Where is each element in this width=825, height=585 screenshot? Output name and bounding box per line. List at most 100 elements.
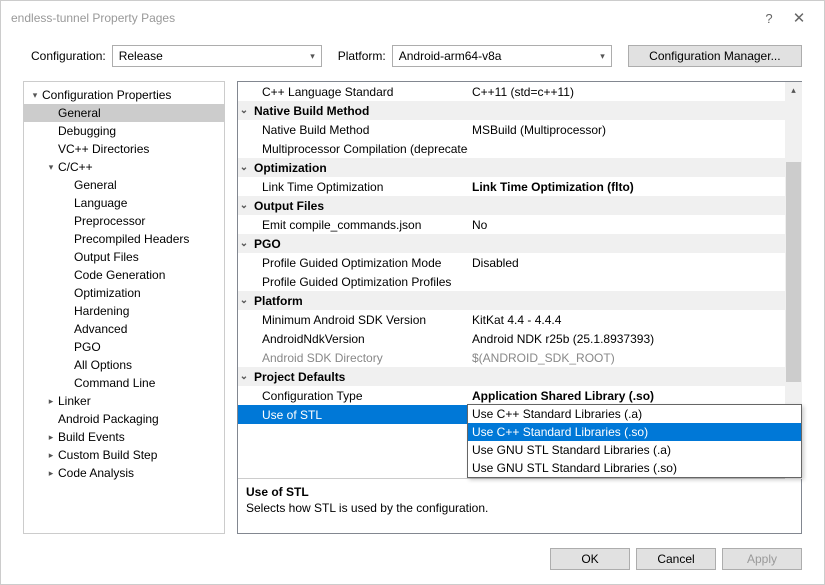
property-row[interactable]: Emit compile_commands.jsonNo xyxy=(238,215,802,234)
platform-value: Android-arm64-v8a xyxy=(399,49,502,63)
platform-select[interactable]: Android-arm64-v8a ▾ xyxy=(392,45,612,67)
footer: OK Cancel Apply xyxy=(1,538,824,584)
property-name: Profile Guided Optimization Profiles xyxy=(250,275,468,289)
dropdown-option[interactable]: Use GNU STL Standard Libraries (.so) xyxy=(468,459,801,477)
property-group[interactable]: ⌄Project Defaults xyxy=(238,367,802,386)
collapse-icon[interactable]: ⌄ xyxy=(238,200,250,211)
collapse-icon[interactable]: ⌄ xyxy=(238,105,250,116)
property-row[interactable]: Minimum Android SDK VersionKitKat 4.4 - … xyxy=(238,310,802,329)
tree-item[interactable]: Code Generation xyxy=(24,266,224,284)
property-name: Multiprocessor Compilation (deprecated) xyxy=(250,142,468,156)
tree-item-label: Code Generation xyxy=(72,268,165,282)
description-text: Selects how STL is used by the configura… xyxy=(246,501,793,515)
tree-item[interactable]: Optimization xyxy=(24,284,224,302)
group-name: Output Files xyxy=(250,199,468,213)
tree-item[interactable]: All Options xyxy=(24,356,224,374)
tree-item-label: PGO xyxy=(72,340,101,354)
tree-item[interactable]: General xyxy=(24,176,224,194)
tree-item-label: VC++ Directories xyxy=(56,142,149,156)
collapse-icon[interactable]: ⌄ xyxy=(238,371,250,382)
tree-twisty-icon[interactable]: ▾ xyxy=(30,90,40,101)
tree-twisty-icon[interactable]: ▸ xyxy=(46,396,56,407)
property-row[interactable]: Multiprocessor Compilation (deprecated) xyxy=(238,139,802,158)
tree-item[interactable]: ▸Build Events xyxy=(24,428,224,446)
tree-item[interactable]: ▸Code Analysis xyxy=(24,464,224,482)
property-row[interactable]: Link Time OptimizationLink Time Optimiza… xyxy=(238,177,802,196)
property-panel: C++ Language StandardC++11 (std=c++11)⌄N… xyxy=(237,81,802,534)
tree-item[interactable]: ▾Configuration Properties xyxy=(24,86,224,104)
collapse-icon[interactable]: ⌄ xyxy=(238,162,250,173)
tree-item[interactable]: VC++ Directories xyxy=(24,140,224,158)
dropdown-option[interactable]: Use C++ Standard Libraries (.so) xyxy=(468,423,801,441)
property-row[interactable]: Profile Guided Optimization Profiles xyxy=(238,272,802,291)
collapse-icon[interactable]: ⌄ xyxy=(238,295,250,306)
tree-item[interactable]: ▸Custom Build Step xyxy=(24,446,224,464)
tree-twisty-icon[interactable]: ▸ xyxy=(46,432,56,443)
dropdown-option[interactable]: Use GNU STL Standard Libraries (.a) xyxy=(468,441,801,459)
tree-item[interactable]: Preprocessor xyxy=(24,212,224,230)
group-name: PGO xyxy=(250,237,468,251)
group-name: Native Build Method xyxy=(250,104,468,118)
scroll-up-icon[interactable]: ▴ xyxy=(785,82,802,99)
property-group[interactable]: ⌄Optimization xyxy=(238,158,802,177)
tree-twisty-icon[interactable]: ▸ xyxy=(46,450,56,461)
property-group[interactable]: ⌄PGO xyxy=(238,234,802,253)
property-value: $(ANDROID_SDK_ROOT) xyxy=(468,351,802,365)
property-value: Link Time Optimization (flto) xyxy=(468,180,802,194)
config-tree[interactable]: ▾Configuration Properties General Debuggin… xyxy=(23,81,225,534)
tree-item[interactable]: Advanced xyxy=(24,320,224,338)
tree-item[interactable]: Output Files xyxy=(24,248,224,266)
tree-item[interactable]: Language xyxy=(24,194,224,212)
property-value: C++11 (std=c++11) xyxy=(468,85,802,99)
property-value: Disabled xyxy=(468,256,802,270)
apply-button[interactable]: Apply xyxy=(722,548,802,570)
configuration-manager-button[interactable]: Configuration Manager... xyxy=(628,45,802,67)
tree-item-label: General xyxy=(72,178,117,192)
property-row[interactable]: Profile Guided Optimization ModeDisabled xyxy=(238,253,802,272)
stl-dropdown[interactable]: Use C++ Standard Libraries (.a)Use C++ S… xyxy=(467,404,802,478)
tree-item-label: Preprocessor xyxy=(72,214,145,228)
property-row[interactable]: Native Build MethodMSBuild (Multiprocess… xyxy=(238,120,802,139)
tree-item[interactable]: Precompiled Headers xyxy=(24,230,224,248)
property-name: Use of STL xyxy=(250,408,468,422)
tree-item[interactable]: General xyxy=(24,104,224,122)
configuration-value: Release xyxy=(119,49,163,63)
property-pages-dialog: endless-tunnel Property Pages ? ✕ Config… xyxy=(0,0,825,585)
cancel-button[interactable]: Cancel xyxy=(636,548,716,570)
tree-item-label: Command Line xyxy=(72,376,155,390)
tree-item[interactable]: ▸Linker xyxy=(24,392,224,410)
tree-item[interactable]: Android Packaging xyxy=(24,410,224,428)
titlebar: endless-tunnel Property Pages ? ✕ xyxy=(1,1,824,35)
ok-button[interactable]: OK xyxy=(550,548,630,570)
description-title: Use of STL xyxy=(246,485,793,499)
tree-twisty-icon[interactable]: ▾ xyxy=(46,162,56,173)
tree-item-label: General xyxy=(56,106,101,120)
property-row[interactable]: Configuration TypeApplication Shared Lib… xyxy=(238,386,802,405)
tree-twisty-icon[interactable]: ▸ xyxy=(46,468,56,479)
property-row[interactable]: AndroidNdkVersionAndroid NDK r25b (25.1.… xyxy=(238,329,802,348)
dropdown-option[interactable]: Use C++ Standard Libraries (.a) xyxy=(468,405,801,423)
tree-item[interactable]: PGO xyxy=(24,338,224,356)
property-name: C++ Language Standard xyxy=(250,85,468,99)
close-icon[interactable]: ✕ xyxy=(784,9,814,27)
scroll-thumb[interactable] xyxy=(786,162,801,382)
tree-item-label: Android Packaging xyxy=(56,412,159,426)
property-row[interactable]: C++ Language StandardC++11 (std=c++11) xyxy=(238,82,802,101)
platform-label: Platform: xyxy=(338,49,386,63)
property-name: Native Build Method xyxy=(250,123,468,137)
property-group[interactable]: ⌄Platform xyxy=(238,291,802,310)
tree-item-label: Advanced xyxy=(72,322,127,336)
help-icon[interactable]: ? xyxy=(754,11,784,26)
property-row[interactable]: Android SDK Directory$(ANDROID_SDK_ROOT) xyxy=(238,348,802,367)
property-name: Link Time Optimization xyxy=(250,180,468,194)
collapse-icon[interactable]: ⌄ xyxy=(238,238,250,249)
tree-item[interactable]: Debugging xyxy=(24,122,224,140)
tree-item-label: Optimization xyxy=(72,286,141,300)
tree-item[interactable]: Command Line xyxy=(24,374,224,392)
property-group[interactable]: ⌄Native Build Method xyxy=(238,101,802,120)
tree-item[interactable]: ▾C/C++ xyxy=(24,158,224,176)
chevron-down-icon: ▾ xyxy=(310,51,315,62)
configuration-select[interactable]: Release ▾ xyxy=(112,45,322,67)
tree-item[interactable]: Hardening xyxy=(24,302,224,320)
property-group[interactable]: ⌄Output Files xyxy=(238,196,802,215)
